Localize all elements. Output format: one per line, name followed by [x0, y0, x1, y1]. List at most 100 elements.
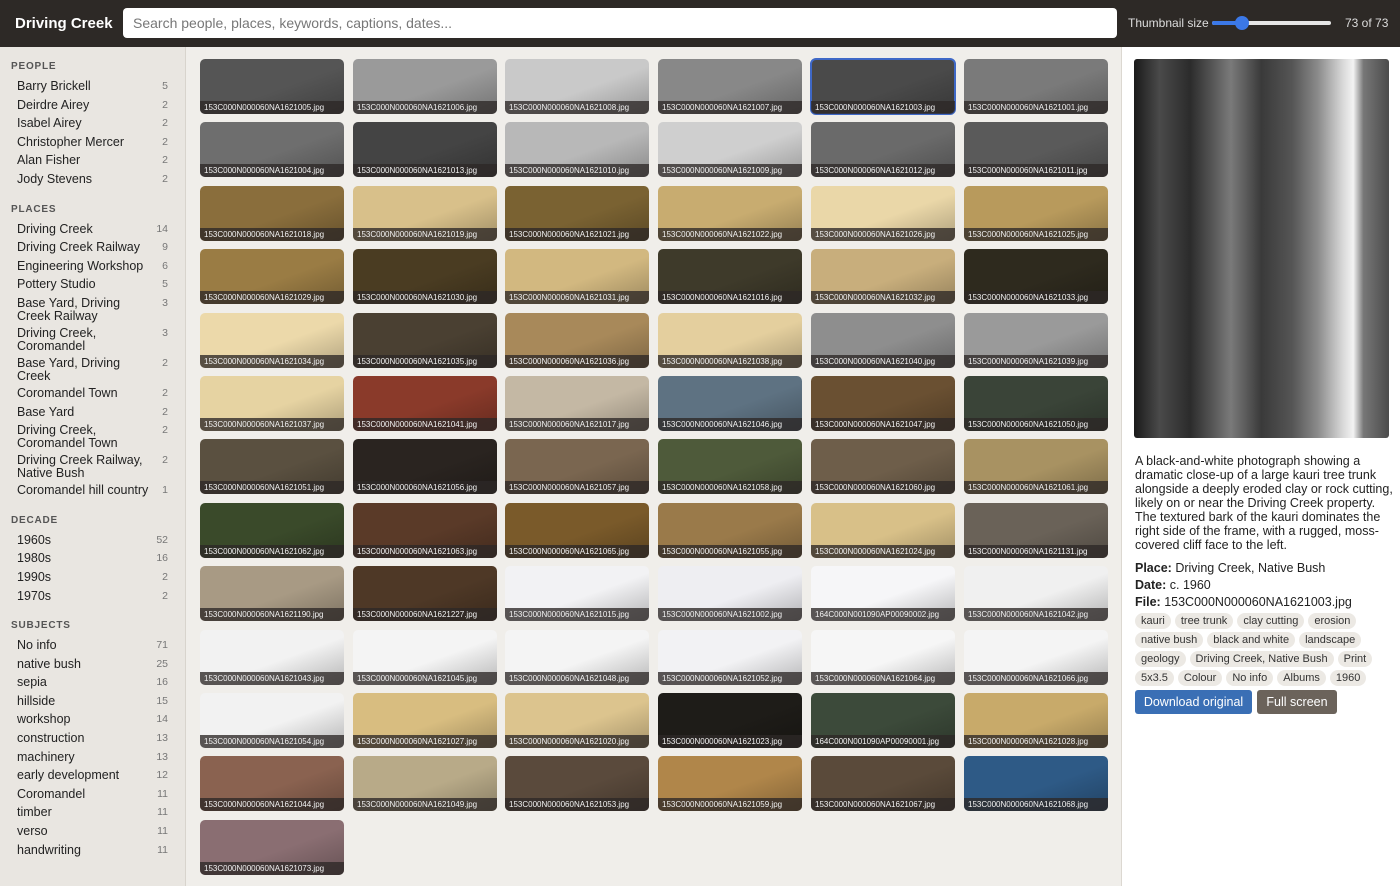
- thumbnail-item[interactable]: 153C000N000060NA1621036.jpg: [505, 312, 649, 368]
- thumbnail-item[interactable]: 153C000N000060NA1621021.jpg: [505, 185, 649, 241]
- thumbnail-item[interactable]: 164C000N001090AP00090002.jpg: [811, 566, 955, 622]
- facet-item-places[interactable]: Engineering Workshop 6: [0, 258, 185, 277]
- thumbnail-item[interactable]: 153C000N000060NA1621034.jpg: [200, 312, 344, 368]
- facet-item-places[interactable]: Driving Creek Railway, Native Bush 2: [0, 452, 185, 482]
- tag-chip[interactable]: 5x3.5: [1135, 670, 1174, 686]
- thumbnail-item[interactable]: 153C000N000060NA1621055.jpg: [658, 502, 802, 558]
- tag-chip[interactable]: tree trunk: [1174, 613, 1234, 629]
- facet-item-people[interactable]: Jody Stevens 2: [0, 171, 185, 190]
- tag-chip[interactable]: native bush: [1135, 632, 1204, 648]
- facet-item-people[interactable]: Barry Brickell 5: [0, 78, 185, 97]
- thumbnail-item[interactable]: 153C000N000060NA1621065.jpg: [505, 502, 649, 558]
- thumbnail-item[interactable]: 153C000N000060NA1621029.jpg: [200, 249, 344, 305]
- tag-chip[interactable]: geology: [1135, 651, 1186, 667]
- thumbnail-item[interactable]: 153C000N000060NA1621002.jpg: [658, 566, 802, 622]
- thumbnail-item[interactable]: 153C000N000060NA1621064.jpg: [811, 629, 955, 685]
- thumbnail-item[interactable]: 153C000N000060NA1621027.jpg: [353, 693, 497, 748]
- thumbnail-item[interactable]: 153C000N000060NA1621030.jpg: [353, 249, 497, 305]
- thumbnail-item[interactable]: 153C000N000060NA1621017.jpg: [505, 376, 649, 431]
- thumbnail-item[interactable]: 153C000N000060NA1621048.jpg: [505, 629, 649, 685]
- facet-item-subjects[interactable]: verso 11: [0, 823, 185, 842]
- thumbnail-item[interactable]: 153C000N000060NA1621012.jpg: [811, 122, 955, 178]
- tag-chip[interactable]: No info: [1226, 670, 1274, 686]
- facet-item-subjects[interactable]: early development 12: [0, 767, 185, 786]
- thumbnail-item[interactable]: 153C000N000060NA1621227.jpg: [353, 566, 497, 622]
- search-input[interactable]: [123, 8, 1117, 38]
- thumbnail-item[interactable]: 153C000N000060NA1621024.jpg: [811, 502, 955, 558]
- download-original-button[interactable]: Download original: [1135, 690, 1252, 714]
- slider-knob[interactable]: [1234, 16, 1249, 30]
- tag-chip[interactable]: Driving Creek, Native Bush: [1189, 651, 1334, 667]
- thumbnail-item[interactable]: 153C000N000060NA1621033.jpg: [964, 249, 1108, 305]
- thumbnail-item[interactable]: 153C000N000060NA1621056.jpg: [353, 439, 497, 495]
- thumbnail-item[interactable]: 153C000N000060NA1621032.jpg: [811, 249, 955, 305]
- thumbnail-item[interactable]: 153C000N000060NA1621050.jpg: [964, 376, 1108, 431]
- tag-chip[interactable]: kauri: [1135, 613, 1171, 629]
- facet-item-people[interactable]: Deirdre Airey 2: [0, 97, 185, 116]
- thumbnail-item[interactable]: 153C000N000060NA1621066.jpg: [964, 629, 1108, 685]
- thumbnail-item[interactable]: 153C000N000060NA1621018.jpg: [200, 185, 344, 241]
- thumbnail-item[interactable]: 153C000N000060NA1621052.jpg: [658, 629, 802, 685]
- thumbnail-size-slider[interactable]: [1212, 16, 1331, 30]
- thumbnail-item[interactable]: 153C000N000060NA1621131.jpg: [964, 502, 1108, 558]
- facet-item-decade[interactable]: 1980s 16: [0, 550, 185, 569]
- tag-chip[interactable]: clay cutting: [1237, 613, 1305, 629]
- thumbnail-item[interactable]: 153C000N000060NA1621026.jpg: [811, 185, 955, 241]
- thumbnail-item[interactable]: 153C000N000060NA1621010.jpg: [505, 122, 649, 178]
- tag-chip[interactable]: erosion: [1308, 613, 1357, 629]
- thumbnail-item[interactable]: 153C000N000060NA1621043.jpg: [200, 629, 344, 685]
- facet-item-decade[interactable]: 1960s 52: [0, 532, 185, 551]
- tag-chip[interactable]: Colour: [1177, 670, 1223, 686]
- thumbnail-item[interactable]: 153C000N000060NA1621009.jpg: [658, 122, 802, 178]
- tag-chip[interactable]: black and white: [1207, 632, 1296, 648]
- thumbnail-item[interactable]: 153C000N000060NA1621031.jpg: [505, 249, 649, 305]
- thumbnail-item[interactable]: 153C000N000060NA1621008.jpg: [505, 59, 649, 114]
- facet-item-subjects[interactable]: timber 11: [0, 804, 185, 823]
- facet-item-subjects[interactable]: hillside 15: [0, 693, 185, 712]
- facet-item-subjects[interactable]: machinery 13: [0, 749, 185, 768]
- facet-item-people[interactable]: Isabel Airey 2: [0, 115, 185, 134]
- thumbnail-item[interactable]: 153C000N000060NA1621051.jpg: [200, 439, 344, 495]
- thumbnail-item[interactable]: 164C000N001090AP00090001.jpg: [811, 693, 955, 748]
- thumbnail-item[interactable]: 153C000N000060NA1621062.jpg: [200, 502, 344, 558]
- facet-item-places[interactable]: Driving Creek, Coromandel 3: [0, 325, 185, 355]
- thumbnail-item[interactable]: 153C000N000060NA1621042.jpg: [964, 566, 1108, 622]
- thumbnail-item[interactable]: 153C000N000060NA1621059.jpg: [658, 756, 802, 812]
- facet-item-places[interactable]: Driving Creek 14: [0, 221, 185, 240]
- thumbnail-item[interactable]: 153C000N000060NA1621068.jpg: [964, 756, 1108, 812]
- thumbnail-item[interactable]: 153C000N000060NA1621054.jpg: [200, 693, 344, 748]
- facet-item-subjects[interactable]: No info 71: [0, 637, 185, 656]
- thumbnail-item[interactable]: 153C000N000060NA1621057.jpg: [505, 439, 649, 495]
- thumbnail-item[interactable]: 153C000N000060NA1621045.jpg: [353, 629, 497, 685]
- tag-chip[interactable]: Albums: [1277, 670, 1326, 686]
- thumbnail-item[interactable]: 153C000N000060NA1621040.jpg: [811, 312, 955, 368]
- thumbnail-item[interactable]: 153C000N000060NA1621011.jpg: [964, 122, 1108, 178]
- thumbnail-item[interactable]: 153C000N000060NA1621063.jpg: [353, 502, 497, 558]
- facet-item-subjects[interactable]: Coromandel 11: [0, 786, 185, 805]
- facet-item-people[interactable]: Alan Fisher 2: [0, 152, 185, 171]
- thumbnail-item[interactable]: 153C000N000060NA1621023.jpg: [658, 693, 802, 748]
- thumbnail-item[interactable]: 153C000N000060NA1621047.jpg: [811, 376, 955, 431]
- facet-item-places[interactable]: Base Yard, Driving Creek Railway 3: [0, 295, 185, 325]
- facet-item-subjects[interactable]: sepia 16: [0, 674, 185, 693]
- tag-chip[interactable]: landscape: [1299, 632, 1362, 648]
- thumbnail-item[interactable]: 153C000N000060NA1621049.jpg: [353, 756, 497, 812]
- thumbnail-item[interactable]: 153C000N000060NA1621061.jpg: [964, 439, 1108, 495]
- thumbnail-item[interactable]: 153C000N000060NA1621041.jpg: [353, 376, 497, 431]
- thumbnail-item[interactable]: 153C000N000060NA1621044.jpg: [200, 756, 344, 812]
- facet-item-places[interactable]: Coromandel hill country 1: [0, 482, 185, 501]
- thumbnail-item[interactable]: 153C000N000060NA1621073.jpg: [200, 819, 344, 875]
- thumbnail-item[interactable]: 153C000N000060NA1621006.jpg: [353, 59, 497, 114]
- thumbnail-item[interactable]: 153C000N000060NA1621028.jpg: [964, 693, 1108, 748]
- thumbnail-item[interactable]: 153C000N000060NA1621015.jpg: [505, 566, 649, 622]
- thumbnail-item[interactable]: 153C000N000060NA1621022.jpg: [658, 185, 802, 241]
- thumbnail-item[interactable]: 153C000N000060NA1621053.jpg: [505, 756, 649, 812]
- facet-item-places[interactable]: Driving Creek Railway 9: [0, 239, 185, 258]
- facet-item-subjects[interactable]: workshop 14: [0, 711, 185, 730]
- facet-item-subjects[interactable]: construction 13: [0, 730, 185, 749]
- facet-item-subjects[interactable]: native bush 25: [0, 656, 185, 675]
- facet-item-decade[interactable]: 1970s 2: [0, 588, 185, 607]
- thumbnail-item[interactable]: 153C000N000060NA1621013.jpg: [353, 122, 497, 178]
- tag-chip[interactable]: 1960: [1329, 670, 1367, 686]
- facet-item-people[interactable]: Christopher Mercer 2: [0, 134, 185, 153]
